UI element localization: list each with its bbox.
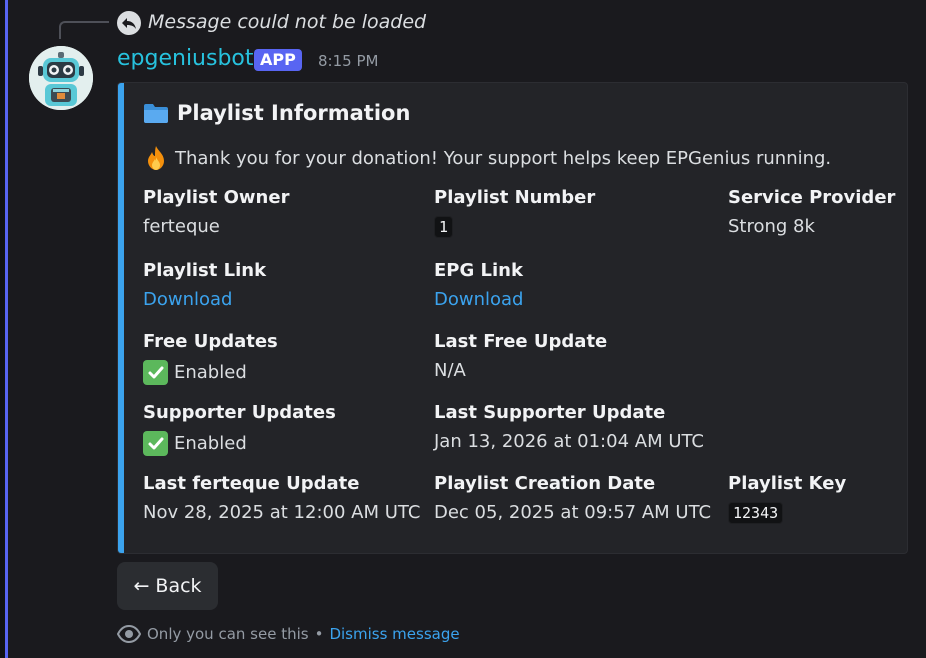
field-last-supporter-update: Last Supporter Update Jan 13, 2026 at 01… xyxy=(434,402,704,452)
reply-spine xyxy=(59,21,109,39)
inline-code-value: 1 xyxy=(434,216,454,238)
ephemeral-text: Only you can see this xyxy=(147,625,309,643)
embed-title: Playlist Information xyxy=(143,101,410,125)
field-last-free-update: Last Free Update N/A xyxy=(434,331,607,381)
epg-download-link[interactable]: Download xyxy=(434,289,523,310)
field-value: N/A xyxy=(434,360,466,381)
field-label: Playlist Number xyxy=(434,187,596,208)
check-mark-icon xyxy=(143,431,168,456)
field-epg-link: EPG Link Download xyxy=(434,260,523,310)
field-label: Playlist Creation Date xyxy=(434,473,656,494)
author-name[interactable]: epgeniusbot xyxy=(117,46,254,71)
field-value: Jan 13, 2026 at 01:04 AM UTC xyxy=(434,431,704,452)
back-button[interactable]: ← Back xyxy=(117,562,218,610)
playlist-embed: Playlist Information Thank you for your … xyxy=(117,82,908,554)
field-value: Enabled xyxy=(174,362,247,383)
bot-avatar[interactable] xyxy=(29,46,93,110)
playlist-download-link[interactable]: Download xyxy=(143,289,266,310)
field-label: EPG Link xyxy=(434,260,523,281)
ephemeral-notice: Only you can see this • Dismiss message xyxy=(117,625,460,643)
highlight-accent-bar xyxy=(0,0,8,658)
separator-dot: • xyxy=(314,625,324,643)
field-value: Enabled xyxy=(174,433,247,454)
field-supporter-updates: Supporter Updates Enabled xyxy=(143,402,336,456)
field-playlist-number: Playlist Number 1 xyxy=(434,187,595,238)
check-mark-icon xyxy=(143,360,168,385)
field-label: Playlist Owner xyxy=(143,187,290,208)
field-label: Last Supporter Update xyxy=(434,402,666,423)
field-value: Dec 05, 2025 at 09:57 AM UTC xyxy=(434,502,712,523)
field-value: Nov 28, 2025 at 12:00 AM UTC xyxy=(143,502,421,523)
field-playlist-key: Playlist Key 12343 xyxy=(728,473,846,524)
field-playlist-creation-date: Playlist Creation Date Dec 05, 2025 at 0… xyxy=(434,473,711,523)
field-label: Playlist Link xyxy=(143,260,267,281)
reply-arrow-icon xyxy=(117,11,141,35)
embed-accent-bar xyxy=(118,83,124,553)
field-free-updates: Free Updates Enabled xyxy=(143,331,278,385)
field-value: Strong 8k xyxy=(728,216,815,237)
field-playlist-owner: Playlist Owner ferteque xyxy=(143,187,289,237)
eye-icon xyxy=(117,625,141,643)
field-label: Supporter Updates xyxy=(143,402,336,423)
embed-description: Thank you for your donation! Your suppor… xyxy=(143,145,831,171)
message-timestamp[interactable]: 8:15 PM xyxy=(318,52,378,70)
field-label: Service Provider xyxy=(728,187,896,208)
reply-unavailable-text[interactable]: Message could not be loaded xyxy=(148,11,426,33)
field-label: Playlist Key xyxy=(728,473,847,494)
field-playlist-link: Playlist Link Download xyxy=(143,260,266,310)
inline-code-value: 12343 xyxy=(728,502,784,524)
robot-avatar-icon xyxy=(29,46,93,110)
field-last-owner-update: Last ferteque Update Nov 28, 2025 at 12:… xyxy=(143,473,420,523)
field-label: Last ferteque Update xyxy=(143,473,360,494)
fire-icon xyxy=(148,146,164,170)
embed-description-text: Thank you for your donation! Your suppor… xyxy=(175,147,832,169)
field-service-provider: Service Provider Strong 8k xyxy=(728,187,895,237)
chat-message-area: Message could not be loaded epgeniusbot … xyxy=(0,0,926,658)
field-label: Last Free Update xyxy=(434,331,608,352)
app-badge: APP xyxy=(254,49,302,71)
embed-title-text: Playlist Information xyxy=(177,101,411,125)
dismiss-message-link[interactable]: Dismiss message xyxy=(329,625,459,643)
field-label: Free Updates xyxy=(143,331,278,352)
folder-icon xyxy=(144,104,168,123)
field-value: ferteque xyxy=(143,216,220,237)
